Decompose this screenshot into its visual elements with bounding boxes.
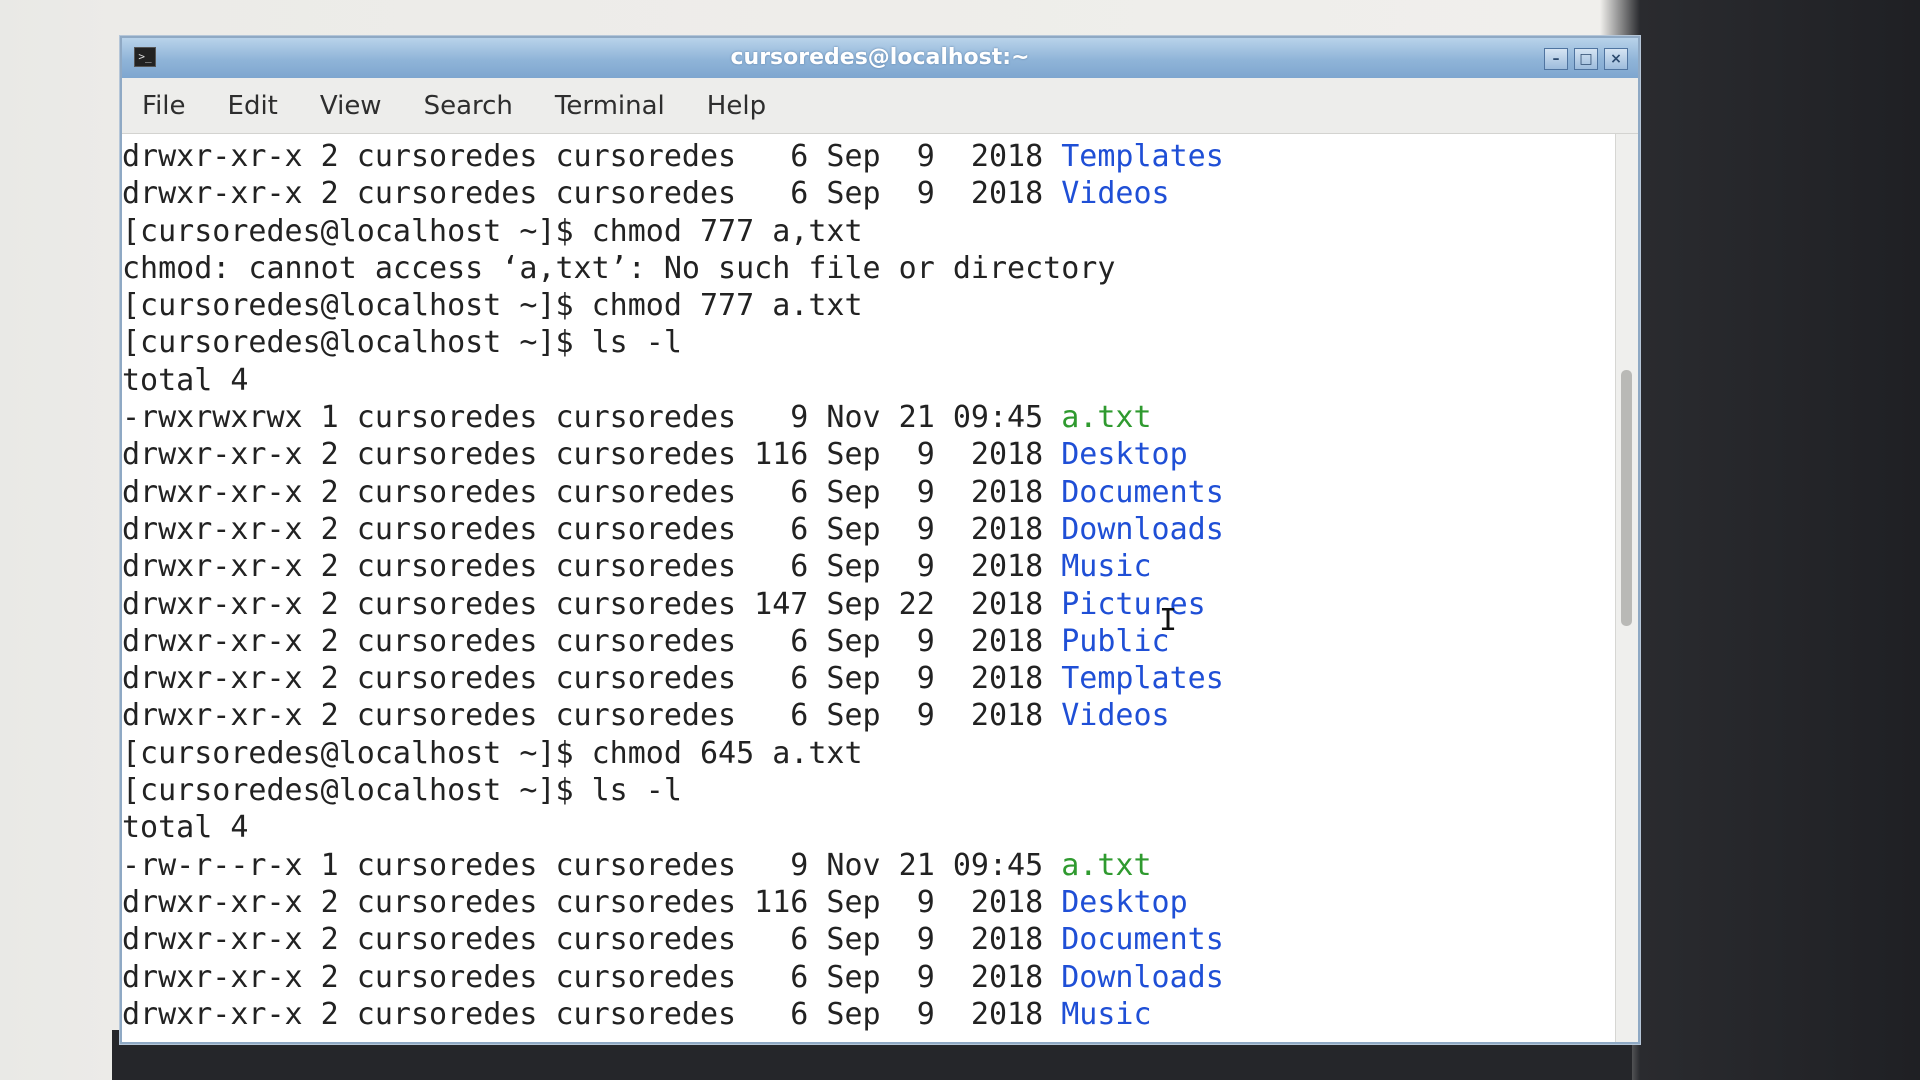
- line-text: -rw-r--r-x 1 cursoredes cursoredes 9 Nov…: [122, 847, 1062, 883]
- terminal-line: chmod: cannot access ‘a,txt’: No such fi…: [122, 250, 1616, 287]
- line-text: [cursoredes@localhost ~]$ chmod 777 a,tx…: [122, 213, 863, 249]
- terminal-line: drwxr-xr-x 2 cursoredes cursoredes 6 Sep…: [122, 660, 1616, 697]
- directory-name: Downloads: [1061, 511, 1224, 547]
- terminal-line: drwxr-xr-x 2 cursoredes cursoredes 6 Sep…: [122, 511, 1616, 548]
- file-name: a.txt: [1061, 400, 1152, 436]
- line-text: total 4: [122, 810, 249, 846]
- terminal-line: drwxr-xr-x 2 cursoredes cursoredes 6 Sep…: [122, 996, 1616, 1033]
- line-text: drwxr-xr-x 2 cursoredes cursoredes 6 Sep…: [122, 959, 1062, 995]
- line-text: drwxr-xr-x 2 cursoredes cursoredes 6 Sep…: [122, 511, 1062, 547]
- terminal-line: total 4: [122, 809, 1616, 846]
- vertical-scrollbar[interactable]: [1615, 134, 1638, 1042]
- line-text: drwxr-xr-x 2 cursoredes cursoredes 6 Sep…: [122, 996, 1062, 1032]
- line-text: drwxr-xr-x 2 cursoredes cursoredes 147 S…: [122, 586, 1062, 622]
- directory-name: Videos: [1061, 176, 1170, 212]
- maximize-button[interactable]: □: [1574, 48, 1598, 70]
- menu-bar: File Edit View Search Terminal Help: [122, 78, 1638, 134]
- window-title: cursoredes@localhost:~: [730, 45, 1030, 70]
- line-text: drwxr-xr-x 2 cursoredes cursoredes 6 Sep…: [122, 922, 1062, 958]
- directory-name: Documents: [1061, 474, 1224, 510]
- line-text: [cursoredes@localhost ~]$ chmod 777 a.tx…: [122, 288, 863, 324]
- directory-name: Music: [1061, 549, 1152, 585]
- line-text: drwxr-xr-x 2 cursoredes cursoredes 116 S…: [122, 437, 1062, 473]
- line-text: drwxr-xr-x 2 cursoredes cursoredes 6 Sep…: [122, 549, 1062, 585]
- close-button[interactable]: ×: [1604, 48, 1628, 70]
- directory-name: Desktop: [1061, 437, 1188, 473]
- terminal-line: [cursoredes@localhost ~]$ chmod 645 a.tx…: [122, 735, 1616, 772]
- menu-search[interactable]: Search: [420, 89, 517, 123]
- terminal-line: [cursoredes@localhost ~]$ chmod 777 a.tx…: [122, 287, 1616, 324]
- scrollbar-thumb[interactable]: [1621, 370, 1632, 626]
- directory-name: Pictures: [1061, 586, 1206, 622]
- directory-name: Templates: [1061, 661, 1224, 697]
- terminal-line: drwxr-xr-x 2 cursoredes cursoredes 116 S…: [122, 436, 1616, 473]
- terminal-line: drwxr-xr-x 2 cursoredes cursoredes 116 S…: [122, 884, 1616, 921]
- line-text: total 4: [122, 362, 249, 398]
- line-text: [cursoredes@localhost ~]$ chmod 645 a.tx…: [122, 735, 863, 771]
- minimize-button[interactable]: –: [1544, 48, 1568, 70]
- terminal-lines: drwxr-xr-x 2 cursoredes cursoredes 6 Sep…: [122, 134, 1616, 1033]
- terminal-line: [cursoredes@localhost ~]$ chmod 777 a,tx…: [122, 213, 1616, 250]
- line-text: drwxr-xr-x 2 cursoredes cursoredes 6 Sep…: [122, 698, 1062, 734]
- terminal-line: drwxr-xr-x 2 cursoredes cursoredes 6 Sep…: [122, 623, 1616, 660]
- menu-view[interactable]: View: [316, 89, 386, 123]
- menu-edit[interactable]: Edit: [224, 89, 282, 123]
- terminal-window: >_ cursoredes@localhost:~ – □ × File Edi…: [120, 36, 1640, 1044]
- menu-file[interactable]: File: [138, 89, 190, 123]
- terminal-line: drwxr-xr-x 2 cursoredes cursoredes 6 Sep…: [122, 921, 1616, 958]
- directory-name: Videos: [1061, 698, 1170, 734]
- menu-help[interactable]: Help: [703, 89, 770, 123]
- terminal-line: total 4: [122, 362, 1616, 399]
- terminal-line: [cursoredes@localhost ~]$ ls -l: [122, 324, 1616, 361]
- line-text: drwxr-xr-x 2 cursoredes cursoredes 6 Sep…: [122, 623, 1062, 659]
- terminal-line: drwxr-xr-x 2 cursoredes cursoredes 6 Sep…: [122, 697, 1616, 734]
- title-bar[interactable]: >_ cursoredes@localhost:~ – □ ×: [122, 38, 1638, 79]
- line-text: drwxr-xr-x 2 cursoredes cursoredes 116 S…: [122, 884, 1062, 920]
- window-controls: – □ ×: [1544, 48, 1628, 70]
- line-text: drwxr-xr-x 2 cursoredes cursoredes 6 Sep…: [122, 139, 1062, 174]
- line-text: drwxr-xr-x 2 cursoredes cursoredes 6 Sep…: [122, 176, 1062, 212]
- directory-name: Public: [1061, 623, 1170, 659]
- directory-name: Music: [1061, 996, 1152, 1032]
- terminal-line: -rwxrwxrwx 1 cursoredes cursoredes 9 Nov…: [122, 399, 1616, 436]
- menu-terminal[interactable]: Terminal: [551, 89, 669, 123]
- line-text: drwxr-xr-x 2 cursoredes cursoredes 6 Sep…: [122, 661, 1062, 697]
- terminal-line: drwxr-xr-x 2 cursoredes cursoredes 6 Sep…: [122, 548, 1616, 585]
- file-name: a.txt: [1061, 847, 1152, 883]
- directory-name: Desktop: [1061, 884, 1188, 920]
- terminal-line: drwxr-xr-x 2 cursoredes cursoredes 147 S…: [122, 586, 1616, 623]
- directory-name: Templates: [1061, 139, 1224, 174]
- terminal-line: [cursoredes@localhost ~]$ ls -l: [122, 772, 1616, 809]
- line-text: chmod: cannot access ‘a,txt’: No such fi…: [122, 250, 1116, 286]
- terminal-line: drwxr-xr-x 2 cursoredes cursoredes 6 Sep…: [122, 474, 1616, 511]
- line-text: -rwxrwxrwx 1 cursoredes cursoredes 9 Nov…: [122, 400, 1062, 436]
- directory-name: Documents: [1061, 922, 1224, 958]
- terminal-line: drwxr-xr-x 2 cursoredes cursoredes 6 Sep…: [122, 175, 1616, 212]
- text-cursor-icon: I: [1159, 603, 1178, 638]
- line-text: drwxr-xr-x 2 cursoredes cursoredes 6 Sep…: [122, 474, 1062, 510]
- line-text: [cursoredes@localhost ~]$ ls -l: [122, 325, 682, 361]
- terminal-line: -rw-r--r-x 1 cursoredes cursoredes 9 Nov…: [122, 847, 1616, 884]
- terminal-line: drwxr-xr-x 2 cursoredes cursoredes 6 Sep…: [122, 959, 1616, 996]
- terminal-line: drwxr-xr-x 2 cursoredes cursoredes 6 Sep…: [122, 138, 1616, 175]
- directory-name: Downloads: [1061, 959, 1224, 995]
- line-text: [cursoredes@localhost ~]$ ls -l: [122, 773, 682, 809]
- terminal-output[interactable]: drwxr-xr-x 2 cursoredes cursoredes 6 Sep…: [122, 134, 1616, 1042]
